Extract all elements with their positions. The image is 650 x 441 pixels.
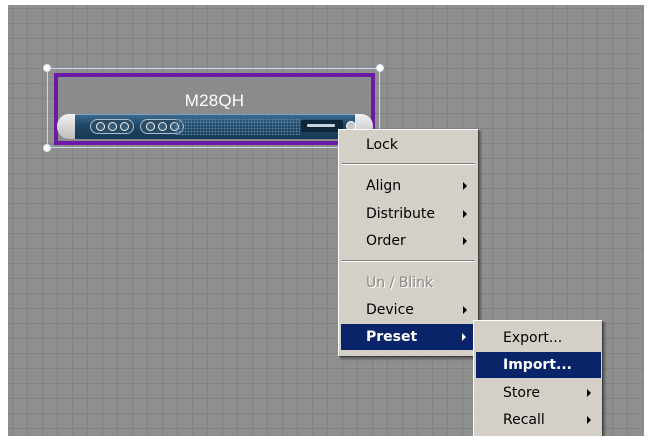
device-name-label: M28QH [184,91,245,110]
device-block-m28qh[interactable]: M28QH [54,73,375,145]
submenu-arrow-icon [463,237,467,245]
menu-separator [342,163,475,165]
knob-group-icon [90,119,134,134]
selection-handle-top-left[interactable] [43,64,51,72]
menu-item-align[interactable]: Align [341,173,477,199]
design-canvas[interactable]: M28QH Lock Align Distribute Order Un / B… [8,5,644,436]
logo-plate [301,120,343,132]
submenu-arrow-icon [462,333,466,341]
context-menu: Lock Align Distribute Order Un / Blink D… [338,129,479,357]
rack-ear-left [57,114,75,139]
menu-item-distribute[interactable]: Distribute [341,201,477,227]
submenu-arrow-icon [463,210,467,218]
menu-item-recall[interactable]: Recall [476,407,601,433]
menu-item-preset[interactable]: Preset [341,324,476,350]
menu-item-lock[interactable]: Lock [341,132,477,158]
submenu-arrow-icon [587,416,591,424]
menu-separator [342,260,475,262]
menu-item-order[interactable]: Order [341,228,477,254]
preset-submenu: Export... Import... Store Recall [473,320,603,436]
submenu-arrow-icon [463,306,467,314]
menu-item-store[interactable]: Store [476,380,601,406]
device-front-panel [57,114,373,139]
submenu-arrow-icon [587,389,591,397]
menu-item-export[interactable]: Export... [476,325,601,351]
selection-handle-top-right[interactable] [376,64,384,72]
selection-handle-bottom-left[interactable] [43,144,51,152]
menu-item-import[interactable]: Import... [476,352,601,378]
menu-item-device[interactable]: Device [341,297,477,323]
speaker-grille [175,118,300,135]
menu-item-un-blink: Un / Blink [366,275,434,291]
submenu-arrow-icon [463,182,467,190]
